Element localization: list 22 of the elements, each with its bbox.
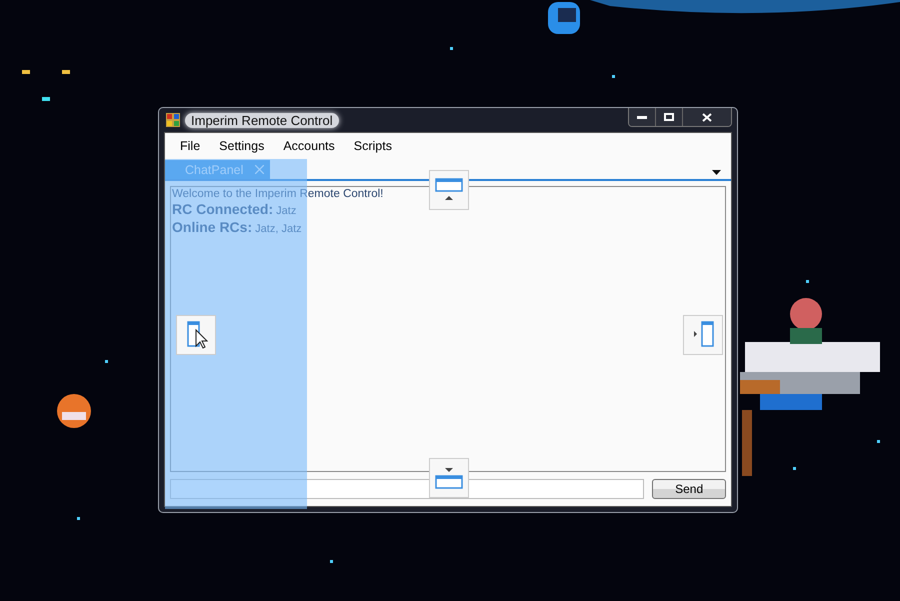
chat-message: Online RCs: Jatz, Jatz: [172, 219, 302, 237]
maximize-icon: [664, 113, 674, 121]
dropdown-arrow-icon[interactable]: [712, 170, 721, 175]
send-button[interactable]: Send: [652, 479, 726, 499]
menu-item[interactable]: Scripts: [344, 139, 401, 153]
message-input[interactable]: [170, 479, 644, 499]
menu-item[interactable]: File: [170, 139, 210, 153]
menu-item[interactable]: Settings: [209, 139, 274, 153]
window-title: Imperim Remote Control: [185, 112, 339, 128]
minimize-button[interactable]: [629, 108, 656, 126]
dock-right-icon: [691, 320, 715, 350]
app-icon: [166, 113, 180, 127]
minimize-icon: [637, 116, 647, 118]
maximize-button[interactable]: [656, 108, 683, 126]
chat-message: RC Connected: Jatz: [172, 201, 296, 219]
dock-guide-button[interactable]: [176, 315, 216, 355]
lights-drawing: [22, 70, 70, 101]
creature-drawing: [57, 394, 91, 428]
chat-message: Welcome to the Imperim Remote Control!: [172, 188, 384, 201]
menu-item[interactable]: Accounts: [273, 139, 344, 153]
close-icon: [702, 112, 712, 122]
close-button[interactable]: [683, 108, 731, 126]
